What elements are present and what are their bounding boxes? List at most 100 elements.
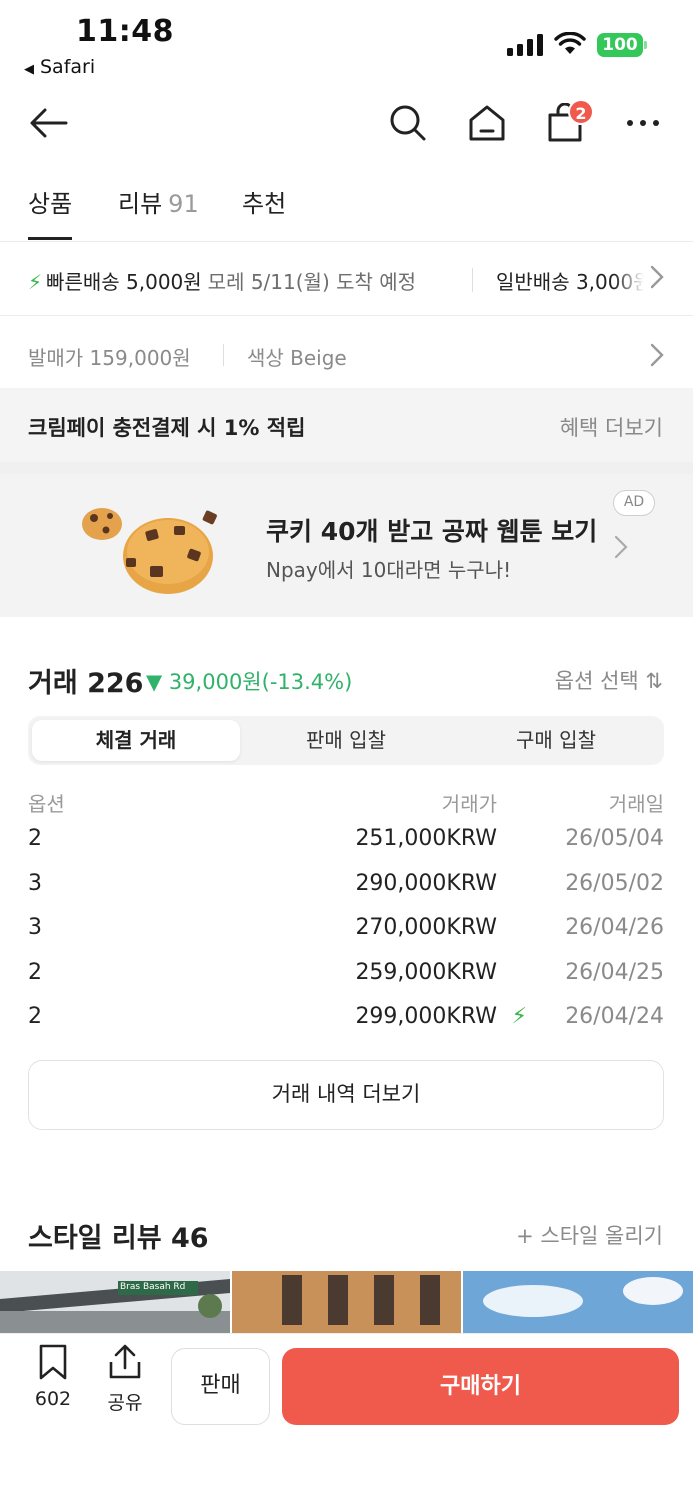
row-date: 26/04/26 — [565, 915, 664, 940]
trade-count-label: 거래 226 — [28, 668, 144, 699]
style-review-header: 스타일 리뷰 46 + 스타일 올리기 — [0, 1212, 693, 1256]
segment-concluded[interactable]: 체결 거래 — [32, 720, 240, 761]
fast-delivery-eta: 모레 5/11(월) 도착 예정 — [207, 270, 417, 294]
table-row: 2 259,000KRW 26/04/25 — [28, 954, 664, 999]
fast-delivery-label: 빠른배송 — [46, 270, 120, 294]
share-label: 공유 — [107, 1392, 143, 1414]
style-photo[interactable] — [463, 1271, 693, 1333]
style-photo-strip: Bras Basah Rd — [0, 1271, 693, 1333]
ad-subtitle: Npay에서 10대라면 누구나! — [266, 558, 512, 582]
segment-sell-bids[interactable]: 판매 입찰 — [242, 720, 450, 761]
row-date: 26/05/02 — [565, 870, 664, 896]
ad-title: 쿠키 40개 받고 공짜 웹툰 보기 — [266, 517, 598, 546]
search-icon[interactable] — [380, 95, 436, 151]
table-header: 옵션 거래가 거래일 — [28, 784, 664, 820]
street-sign-text: Bras Basah Rd — [120, 1282, 186, 1292]
row-option: 2 — [28, 1004, 42, 1029]
release-price: 발매가 159,000원 — [28, 346, 191, 370]
column-date: 거래일 — [608, 792, 664, 816]
row-option: 2 — [28, 959, 42, 985]
trade-header: 거래 226 ▼ 39,000원(-13.4%) 옵션 선택 ⇅ — [0, 655, 693, 705]
back-triangle-icon: ◀ — [24, 62, 34, 77]
signal-icon — [507, 34, 543, 56]
trade-table: 옵션 거래가 거래일 2 251,000KRW 26/05/04 3 290,0… — [28, 784, 664, 1043]
cart-icon[interactable]: 2 — [537, 95, 594, 151]
table-row: 3 270,000KRW 26/04/26 — [28, 909, 664, 954]
trade-segment-control: 체결 거래 판매 입찰 구매 입찰 — [28, 716, 664, 765]
back-app-label: Safari — [40, 56, 96, 78]
cart-count-badge: 2 — [568, 99, 594, 125]
option-select-button[interactable]: 옵션 선택 ⇅ — [555, 665, 663, 695]
bookmark-count: 602 — [34, 1388, 72, 1410]
status-bar: 11:48 ◀ Safari 100 — [0, 0, 693, 85]
row-option: 3 — [28, 915, 42, 940]
style-photo[interactable] — [232, 1271, 461, 1333]
tab-recommend-label: 추천 — [242, 190, 287, 218]
chevron-right-icon[interactable] — [612, 532, 630, 562]
bottom-action-bar: 602 공유 판매 구매하기 — [0, 1333, 693, 1500]
tab-review-count: 91 — [168, 190, 199, 218]
segment-buy-bids[interactable]: 구매 입찰 — [452, 720, 660, 761]
wifi-icon — [554, 32, 586, 54]
row-date: 26/04/24 — [565, 1004, 664, 1029]
row-option: 2 — [28, 826, 42, 851]
product-color: 색상 Beige — [247, 346, 347, 370]
buy-button[interactable]: 구매하기 — [282, 1348, 679, 1425]
table-row: 2 299,000KRW ⚡ 26/04/24 — [28, 998, 664, 1043]
sell-button[interactable]: 판매 — [171, 1348, 270, 1425]
ad-badge: AD — [613, 490, 655, 516]
share-button[interactable]: 공유 — [97, 1344, 153, 1415]
fast-delivery: ⚡ 빠른배송 5,000원 모레 5/11(월) 도착 예정 — [28, 266, 416, 295]
column-option: 옵션 — [28, 792, 65, 816]
row-price: 251,000KRW — [355, 826, 497, 851]
row-price: 259,000KRW — [355, 959, 497, 985]
style-photo[interactable]: Bras Basah Rd — [0, 1271, 230, 1333]
cookie-illustration — [82, 508, 217, 594]
back-arrow-icon[interactable] — [20, 95, 76, 151]
style-review-label: 스타일 리뷰 46 — [28, 1223, 209, 1254]
benefit-banner[interactable]: 크림페이 충전결제 시 1% 적립 혜택 더보기 — [0, 388, 693, 462]
row-price: 299,000KRW — [355, 1004, 497, 1029]
tab-product[interactable]: 상품 — [28, 184, 73, 240]
benefit-more-link[interactable]: 혜택 더보기 — [560, 412, 663, 442]
row-price: 270,000KRW — [355, 915, 497, 940]
section-gap — [0, 462, 693, 474]
benefit-text: 크림페이 충전결제 시 1% 적립 — [28, 416, 306, 440]
row-price: 290,000KRW — [355, 870, 497, 896]
ad-banner[interactable]: 쿠키 40개 받고 공짜 웹툰 보기 Npay에서 10대라면 누구나! AD — [0, 474, 693, 617]
tab-product-label: 상품 — [28, 190, 73, 218]
home-icon[interactable] — [459, 95, 515, 151]
bookmark-icon — [39, 1344, 67, 1380]
row-date: 26/04/25 — [565, 959, 664, 985]
back-to-safari[interactable]: ◀ Safari — [24, 56, 95, 78]
fast-delivery-price: 5,000원 — [126, 270, 202, 294]
lightning-icon: ⚡ — [28, 270, 43, 294]
delivery-options[interactable]: ⚡ 빠른배송 5,000원 모레 5/11(월) 도착 예정 일반배송 3,000원 — [0, 244, 693, 316]
column-price: 거래가 — [441, 792, 497, 816]
tab-recommend[interactable]: 추천 — [242, 184, 286, 240]
price-change: ▼ 39,000원(-13.4%) — [146, 670, 353, 694]
battery-indicator: 100 — [597, 33, 643, 57]
table-row: 3 290,000KRW 26/05/02 — [28, 865, 664, 910]
divider — [472, 268, 473, 292]
row-date: 26/05/04 — [565, 826, 664, 851]
upload-style-button[interactable]: + 스타일 올리기 — [516, 1220, 663, 1250]
product-info-row[interactable]: 발매가 159,000원 색상 Beige — [0, 318, 693, 388]
fast-delivery-lightning-icon: ⚡ — [511, 1004, 527, 1029]
divider — [223, 344, 224, 366]
battery-cap — [644, 41, 647, 49]
tab-review-label: 리뷰 — [118, 190, 163, 218]
normal-delivery: 일반배송 3,000원 — [496, 266, 644, 295]
product-tabs: 상품 리뷰 91 추천 — [0, 180, 693, 242]
status-time: 11:48 — [76, 14, 174, 49]
bookmark-button[interactable]: 602 — [25, 1344, 81, 1410]
trade-history-more-button[interactable]: 거래 내역 더보기 — [28, 1060, 664, 1130]
row-option: 3 — [28, 870, 42, 896]
chevron-right-icon[interactable] — [648, 262, 666, 292]
top-navbar: 2 — [0, 95, 693, 151]
chevron-right-icon[interactable] — [648, 340, 666, 370]
tab-review[interactable]: 리뷰 91 — [118, 184, 199, 240]
table-row: 2 251,000KRW 26/05/04 — [28, 820, 664, 865]
more-options-icon[interactable] — [615, 95, 671, 151]
share-icon — [109, 1344, 141, 1379]
